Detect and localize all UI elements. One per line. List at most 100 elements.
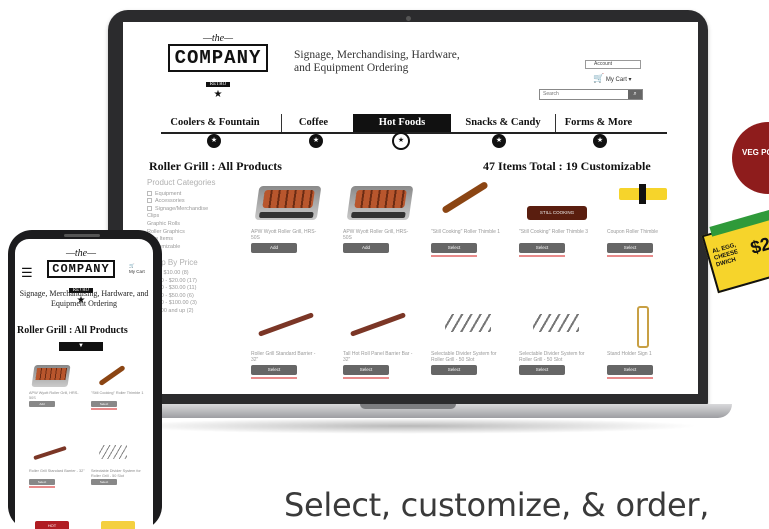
logo-name: COMPANY — [167, 44, 269, 72]
product-name[interactable]: "Still Cooking" Roller Thimble 3 — [519, 229, 589, 243]
product-image[interactable] — [607, 180, 677, 226]
star-icon: ★ — [213, 89, 223, 100]
product-image[interactable] — [343, 180, 414, 226]
product-name[interactable]: Coupon Roller Thimble — [607, 229, 677, 243]
product-name[interactable]: Roller Grill Standard Barrier - 32" — [29, 469, 85, 479]
product-card[interactable]: Selectable Divider System for Roller Gri… — [519, 302, 589, 375]
product-card[interactable]: Stand Holder Sign 1 Select — [607, 302, 677, 379]
select-button[interactable]: Select — [607, 365, 653, 375]
chevron-down-icon[interactable]: ▼ — [59, 342, 103, 351]
product-name[interactable]: Selectable Divider System for Roller Gri… — [431, 351, 501, 365]
filter-item[interactable]: Equipment — [147, 191, 247, 199]
nav-snacks-candy[interactable]: Snacks & Candy — [457, 114, 549, 132]
product-image[interactable] — [91, 439, 147, 469]
product-image[interactable] — [607, 302, 677, 348]
product-image[interactable] — [29, 361, 85, 391]
thimble-image — [441, 180, 489, 215]
logo-the: —the— — [203, 33, 233, 44]
product-name[interactable]: "Still Cooking" Roller Thimble 1 — [431, 229, 501, 243]
search-input[interactable]: Search ⌕ — [539, 89, 643, 100]
price-filter-item[interactable]: $50.00 - $100.00 (3) — [147, 300, 247, 308]
product-card[interactable]: Coupon Roller Thimble Select — [607, 180, 677, 257]
coffee-icon[interactable]: ★ — [309, 134, 323, 148]
filter-item[interactable]: Accessories — [147, 198, 247, 206]
mobile-product-card[interactable]: Roller Grill Standard Barrier - 32" Sele… — [29, 439, 85, 488]
checkbox-icon[interactable] — [147, 205, 152, 211]
snacks-icon[interactable]: ★ — [492, 134, 506, 148]
price-filter-item[interactable]: $10.00 - $20.00 (17) — [147, 278, 247, 286]
hamburger-menu-icon[interactable]: ☰ — [21, 265, 33, 281]
product-image[interactable] — [431, 302, 501, 348]
product-card[interactable]: Selectable Divider System for Roller Gri… — [431, 302, 501, 375]
product-image[interactable]: STILL COOKING — [519, 180, 589, 226]
product-name[interactable]: Selectable Divider System for Roller Gri… — [91, 469, 147, 479]
sign-text: STILL COOKING — [539, 210, 575, 215]
product-name[interactable]: Selectable Divider System for Roller Gri… — [519, 351, 589, 365]
select-button[interactable]: Select — [519, 243, 565, 253]
mobile-cart-link[interactable]: 🛒 My Cart — [129, 263, 145, 275]
select-button[interactable]: Select — [607, 243, 653, 253]
filter-item[interactable]: Roller Graphics — [147, 229, 247, 237]
select-button[interactable]: Select — [431, 243, 477, 253]
product-card[interactable]: Roller Grill Standard Barrier - 32" Sele… — [251, 302, 321, 379]
product-name[interactable]: Stand Holder Sign 1 — [607, 351, 677, 365]
checkbox-icon[interactable] — [147, 198, 152, 204]
account-link[interactable]: Account — [585, 60, 641, 69]
price-filter-item[interactable]: $100.00 and up (2) — [147, 308, 247, 316]
select-button[interactable]: Select — [91, 401, 117, 407]
product-image[interactable] — [251, 302, 321, 348]
veggie-sign-text: VEG PO — [742, 148, 769, 157]
select-button[interactable]: Select — [91, 479, 117, 485]
cart-link[interactable]: 🛒 My Cart ▾ — [593, 73, 632, 84]
product-name[interactable]: "Still Cooking" Roller Thimble 1 — [91, 391, 147, 401]
product-image[interactable] — [431, 180, 501, 226]
price-filter-item[interactable]: $20.00 - $30.00 (11) — [147, 285, 247, 293]
add-button[interactable]: Add — [29, 401, 55, 407]
select-button[interactable]: Select — [343, 365, 389, 375]
select-button[interactable]: Select — [29, 479, 55, 485]
filter-item[interactable]: Customizable — [147, 244, 247, 252]
product-card[interactable]: Tall Hot Roll Panel Barrier Bar - 32" Se… — [343, 302, 413, 379]
nav-hot-foods[interactable]: Hot Foods — [353, 114, 451, 132]
phone-screen: ☰ —the— COMPANY RETRO ★ 🛒 My Cart Signage… — [15, 239, 153, 529]
product-image[interactable] — [91, 361, 147, 391]
product-name[interactable]: APW Wyott Roller Grill, HRS-50S — [29, 391, 85, 401]
add-button[interactable]: Add — [343, 243, 389, 253]
product-card[interactable]: APW Wyott Roller Grill, HRS-50S Add — [251, 180, 322, 253]
coolers-icon[interactable]: ★ — [207, 134, 221, 148]
product-name[interactable]: Tall Hot Roll Panel Barrier Bar - 32" — [343, 351, 413, 365]
product-name[interactable]: Roller Grill Standard Barrier - 32" — [251, 351, 321, 365]
forms-icon[interactable]: ★ — [593, 134, 607, 148]
mobile-product-card[interactable]: APW Wyott Roller Grill, HRS-50S Add — [29, 361, 85, 407]
select-button[interactable]: Select — [431, 365, 477, 375]
product-image[interactable] — [343, 302, 413, 348]
filter-item[interactable]: New Items — [147, 236, 247, 244]
product-image[interactable] — [251, 180, 322, 226]
mobile-product-card[interactable]: "Still Cooking" Roller Thimble 1 Select — [91, 361, 147, 410]
checkbox-icon[interactable] — [147, 190, 152, 196]
filter-item[interactable]: Signage/Merchandise — [147, 206, 247, 214]
hot-foods-icon[interactable]: ★ — [392, 132, 410, 150]
price-sign: AL EGG, CHEESE DWICH $2.7 — [701, 202, 769, 294]
product-card[interactable]: "Still Cooking" Roller Thimble 1 Select — [431, 180, 501, 257]
cart-label: My Cart — [605, 77, 627, 83]
nav-forms-more[interactable]: Forms & More — [555, 114, 641, 132]
product-card[interactable]: STILL COOKING "Still Cooking" Roller Thi… — [519, 180, 589, 257]
product-image[interactable] — [519, 302, 589, 348]
company-logo[interactable]: —the— COMPANY RETRO ★ — [159, 34, 277, 100]
product-image[interactable] — [29, 439, 85, 469]
nav-coolers-fountain[interactable]: Coolers & Fountain — [161, 114, 269, 132]
filter-item[interactable]: Graphic Rolls — [147, 221, 247, 229]
price-filter-item[interactable]: Under $10.00 (8) — [147, 270, 247, 278]
price-filter-item[interactable]: $30.00 - $50.00 (6) — [147, 293, 247, 301]
nav-coffee[interactable]: Coffee — [281, 114, 345, 132]
product-card[interactable]: APW Wyott Roller Grill, HRS-50S Add — [343, 180, 414, 253]
product-name[interactable]: APW Wyott Roller Grill, HRS-50S — [343, 229, 413, 243]
search-icon[interactable]: ⌕ — [628, 90, 642, 99]
add-button[interactable]: Add — [251, 243, 297, 253]
filter-item[interactable]: Clips — [147, 213, 247, 221]
product-name[interactable]: APW Wyott Roller Grill, HRS-50S — [251, 229, 321, 243]
mobile-product-card[interactable]: Selectable Divider System for Roller Gri… — [91, 439, 147, 485]
select-button[interactable]: Select — [251, 365, 297, 375]
select-button[interactable]: Select — [519, 365, 565, 375]
